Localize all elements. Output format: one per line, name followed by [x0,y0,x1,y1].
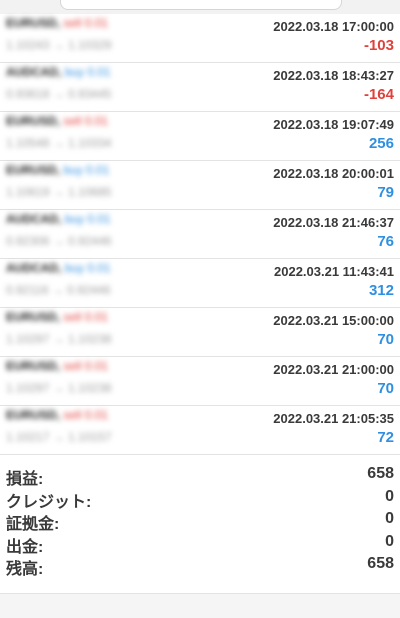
trade-symbol-line: EURUSD, sell 0.01 [6,16,108,30]
summary-row-credit: クレジット: 0 [0,486,400,511]
trade-row[interactable]: EURUSD, buy 0.01 1.10619 → 1.10685 2022.… [0,161,400,210]
trade-side: buy 0.01 [63,163,110,177]
trade-profit: 312 [368,282,394,299]
trade-symbol: EURUSD, [6,408,61,422]
trade-prices: 1.10217 → 1.10157 [6,430,112,444]
trade-prices: 1.10297 → 1.10238 [6,332,112,346]
trade-prices: 1.10548 → 1.10334 [6,136,112,150]
trade-symbol: AUDCAD, [6,65,62,79]
trade-time: 2022.03.18 20:00:01 [273,166,394,181]
summary-row-profit: 損益: 658 [0,463,400,488]
trade-symbol-line: EURUSD, sell 0.01 [6,359,108,373]
summary-label: 残高: [6,561,44,578]
summary-row-balance: 残高: 658 [0,553,400,578]
trade-side: buy 0.01 [64,212,111,226]
trade-row[interactable]: EURUSD, sell 0.01 1.10243 → 1.10329 2022… [0,14,400,63]
summary-value: 0 [385,487,394,505]
summary-row-margin: 証拠金: 0 [0,508,400,533]
trade-profit: 76 [377,233,394,250]
trade-time: 2022.03.18 17:00:00 [273,19,394,34]
trade-prices: 0.93618 → 0.93445 [6,87,112,101]
trade-time: 2022.03.18 19:07:49 [273,117,394,132]
trade-time: 2022.03.21 11:43:41 [274,264,394,279]
trade-history-list: EURUSD, sell 0.01 1.10243 → 1.10329 2022… [0,14,400,455]
trade-symbol: EURUSD, [6,310,61,324]
trade-side: sell 0.01 [63,359,109,373]
trade-side: sell 0.01 [63,16,109,30]
trade-profit: -103 [363,37,394,54]
trade-row[interactable]: EURUSD, sell 0.01 1.10297 → 1.10238 2022… [0,308,400,357]
trade-row[interactable]: AUDCAD, buy 0.01 0.92116 → 0.92446 2022.… [0,259,400,308]
trade-side: sell 0.01 [63,114,109,128]
trade-symbol-line: EURUSD, buy 0.01 [6,163,109,177]
trade-symbol: EURUSD, [6,359,61,373]
trade-symbol-line: EURUSD, sell 0.01 [6,114,108,128]
bottom-spacer [0,594,400,618]
trade-profit: 256 [368,135,394,152]
trade-side: sell 0.01 [63,408,109,422]
trade-profit: 79 [377,184,394,201]
trade-symbol-line: AUDCAD, buy 0.01 [6,261,111,275]
trade-time: 2022.03.21 15:00:00 [273,313,394,328]
tab-selector[interactable] [60,0,342,10]
trade-symbol: AUDCAD, [6,212,62,226]
summary-value: 658 [367,555,394,572]
trade-symbol: EURUSD, [6,114,61,128]
trade-profit: -164 [363,86,394,103]
trade-symbol-line: AUDCAD, buy 0.01 [6,65,111,79]
trade-time: 2022.03.21 21:05:35 [273,411,394,426]
trade-symbol-line: EURUSD, sell 0.01 [6,408,108,422]
trade-symbol-line: EURUSD, sell 0.01 [6,310,108,324]
trade-prices: 0.92306 → 0.92446 [6,234,112,248]
trade-symbol: EURUSD, [6,16,61,30]
summary-value: 658 [367,465,394,482]
trade-prices: 1.10297 → 1.10238 [6,381,112,395]
trade-time: 2022.03.21 21:00:00 [273,362,394,377]
account-summary: 損益: 658 クレジット: 0 証拠金: 0 出金: 0 残高: 658 [0,455,400,594]
trade-prices: 0.92116 → 0.92446 [6,283,111,297]
summary-value: 0 [385,510,394,527]
trade-time: 2022.03.18 21:46:37 [273,215,394,230]
trade-symbol: AUDCAD, [6,261,62,275]
summary-row-withdrawal: 出金: 0 [0,531,400,556]
summary-value: 0 [385,532,394,550]
trade-row[interactable]: EURUSD, sell 0.01 1.10548 → 1.10334 2022… [0,112,400,161]
trade-prices: 1.10619 → 1.10685 [6,185,112,199]
trade-row[interactable]: EURUSD, sell 0.01 1.10297 → 1.10238 2022… [0,357,400,406]
trade-prices: 1.10243 → 1.10329 [6,38,112,52]
trade-row[interactable]: AUDCAD, buy 0.01 0.93618 → 0.93445 2022.… [0,63,400,112]
trade-side: buy 0.01 [64,65,111,79]
trade-profit: 72 [377,429,394,446]
trade-row[interactable]: EURUSD, sell 0.01 1.10217 → 1.10157 2022… [0,406,400,455]
top-tab-strip [0,0,400,14]
trade-side: sell 0.01 [63,310,109,324]
trade-profit: 70 [377,380,394,397]
trade-side: buy 0.01 [64,261,111,275]
trade-row[interactable]: AUDCAD, buy 0.01 0.92306 → 0.92446 2022.… [0,210,400,259]
trade-profit: 70 [377,331,394,348]
trade-time: 2022.03.18 18:43:27 [273,68,394,83]
trade-symbol: EURUSD, [6,163,61,177]
trade-symbol-line: AUDCAD, buy 0.01 [6,212,111,226]
